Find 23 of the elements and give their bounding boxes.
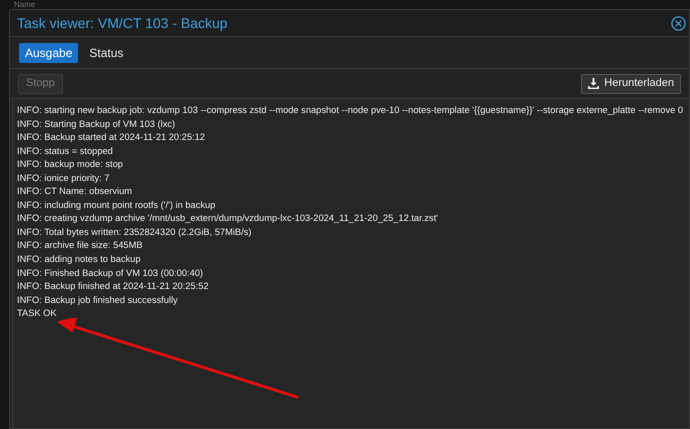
window-title: Task viewer: VM/CT 103 - Backup [17,14,228,33]
log-line: INFO: Total bytes written: 2352824320 (2.2GiB, 57MiB/s) [17,226,252,239]
background-column-header: Name [14,0,36,9]
log-line: INFO: adding notes to backup [17,253,141,266]
log-line: INFO: starting new backup job: vzdump 103 --compress zstd --mode snapshot --node pve-10 --notes-template '{{guestname}}' --storage externe_platte --remove 0 [17,104,684,117]
log-line: INFO: Backup job finished successfully [17,294,178,307]
log-line: INFO: archive file size: 545MB [17,239,143,252]
log-line: INFO: Starting Backup of VM 103 (lxc) [17,118,176,131]
log-line: INFO: Backup started at 2024-11-21 20:25:12 [17,131,205,144]
tab[interactable]: Status [83,42,130,62]
log-line: INFO: CT Name: observium [17,185,132,198]
log-line: INFO: backup mode: stop [17,158,123,172]
log-line: TASK OK [17,307,57,320]
log-line: INFO: Backup finished at 2024-11-21 20:25:52 [17,280,209,294]
log-line: INFO: status = stopped [17,144,113,158]
tab[interactable]: Ausgabe [19,42,78,62]
download-button[interactable]: Herunterladen [581,74,681,94]
close-icon[interactable] [671,16,686,30]
log-line: INFO: including mount point rootfs ('/') in backup [17,198,216,212]
log-line: INFO: Finished Backup of VM 103 (00:00:40) [17,266,204,280]
download-icon [588,78,600,89]
log-line: INFO: ionice priority: 7 [17,172,110,185]
log-line: INFO: creating vzdump archive '/mnt/usb_extern/dump/vzdump-lxc-103-2024_11_21-20_25_12.tar.zst' [17,212,438,226]
